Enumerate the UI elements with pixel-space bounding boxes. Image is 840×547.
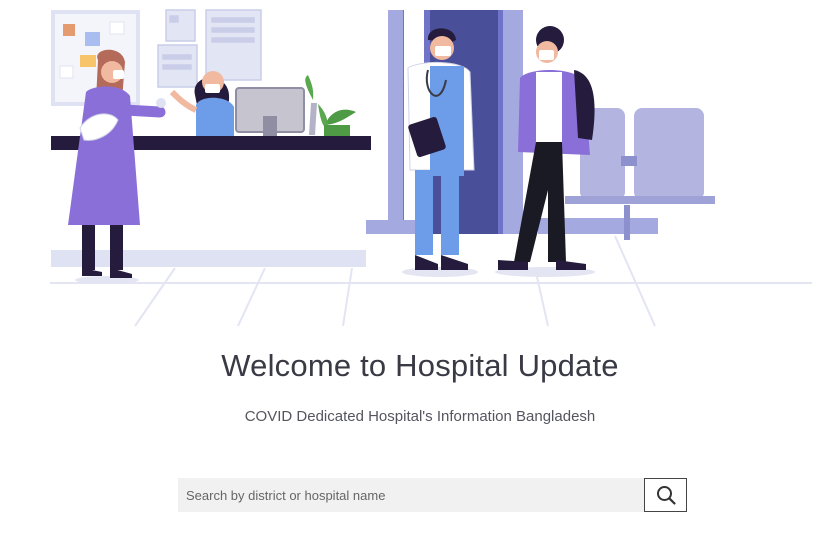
monitor — [235, 87, 305, 136]
search-icon — [656, 486, 676, 505]
page-subtitle: COVID Dedicated Hospital's Information B… — [244, 408, 596, 425]
hero-illustration — [50, 9, 812, 327]
page-title: Welcome to Hospital Update — [221, 348, 619, 383]
search-bar — [178, 478, 687, 512]
plant — [305, 75, 356, 136]
search-button[interactable] — [644, 478, 687, 512]
search-input[interactable] — [178, 478, 644, 512]
